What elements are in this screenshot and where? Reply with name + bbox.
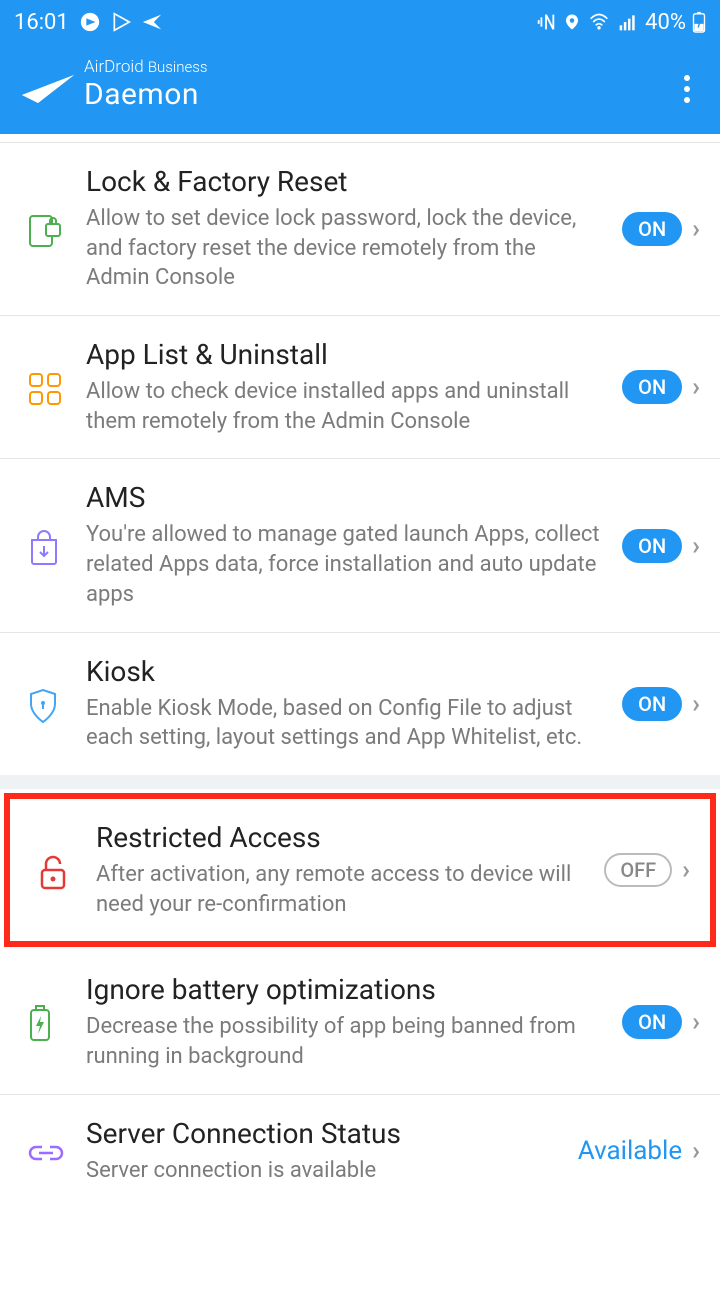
toggle-on[interactable]: ON [622,370,682,404]
row-title: Server Connection Status [86,1117,560,1150]
row-app-list-uninstall[interactable]: App List & Uninstall Allow to check devi… [0,316,720,459]
send-icon [141,11,163,33]
shopping-bag-icon [28,526,68,566]
row-title: AMS [86,481,604,514]
toggle-on[interactable]: ON [622,212,682,246]
row-desc: Decrease the possibility of app being ba… [86,1012,604,1071]
link-icon [28,1139,68,1163]
toggle-on[interactable]: ON [622,687,682,721]
highlight-restricted-access: Restricted Access After activation, any … [4,793,716,947]
lock-device-icon [28,210,68,248]
status-bar: 16:01 40% [0,0,720,44]
server-status-value: Available [578,1136,682,1166]
chevron-right-icon: › [692,1136,700,1166]
battery-icon [692,11,706,33]
chevron-right-icon: › [692,531,700,561]
row-desc: Allow to check device installed apps and… [86,377,604,436]
row-title: Lock & Factory Reset [86,165,604,198]
toggle-on[interactable]: ON [622,1005,682,1039]
chevron-right-icon: › [692,1007,700,1037]
app-circle-icon [79,11,101,33]
row-desc: Server connection is available [86,1156,560,1186]
row-lock-factory-reset[interactable]: Lock & Factory Reset Allow to set device… [0,142,720,316]
chevron-right-icon: › [692,372,700,402]
row-title: Restricted Access [96,821,586,854]
row-desc: Enable Kiosk Mode, based on Config File … [86,694,604,753]
app-header: AirDroid Business Daemon [0,44,720,134]
signal-icon [617,12,639,32]
row-title: Kiosk [86,655,604,688]
row-restricted-access[interactable]: Restricted Access After activation, any … [10,799,710,941]
row-desc: You're allowed to manage gated launch Ap… [86,520,604,609]
row-ignore-battery[interactable]: Ignore battery optimizations Decrease th… [0,951,720,1094]
row-desc: After activation, any remote access to d… [96,860,586,919]
row-title: App List & Uninstall [86,338,604,371]
shield-lock-icon [28,684,68,724]
location-icon [563,11,581,33]
wifi-icon [587,12,611,32]
header-biz: Business [148,58,208,76]
chevron-right-icon: › [682,855,690,885]
row-server-connection[interactable]: Server Connection Status Server connecti… [0,1095,720,1208]
unlock-icon [38,850,78,890]
row-kiosk[interactable]: Kiosk Enable Kiosk Mode, based on Config… [0,633,720,775]
toggle-off[interactable]: OFF [604,853,672,887]
chevron-right-icon: › [692,214,700,244]
toggle-on[interactable]: ON [622,529,682,563]
settings-list: Lock & Factory Reset Allow to set device… [0,142,720,1207]
play-icon [111,12,131,32]
header-title: Daemon [84,78,207,113]
vibrate-icon [535,11,557,33]
battery-bolt-icon [28,1001,68,1043]
row-ams[interactable]: AMS You're allowed to manage gated launc… [0,459,720,632]
header-brand: AirDroid [84,57,144,77]
row-title: Ignore battery optimizations [86,973,604,1006]
status-time: 16:01 [14,10,69,35]
chevron-right-icon: › [692,689,700,719]
status-battery-pct: 40% [645,10,686,35]
apps-grid-icon [28,368,68,406]
section-divider [0,775,720,789]
row-desc: Allow to set device lock password, lock … [86,204,604,293]
app-logo-icon [20,65,76,105]
overflow-menu-icon[interactable] [684,75,690,103]
